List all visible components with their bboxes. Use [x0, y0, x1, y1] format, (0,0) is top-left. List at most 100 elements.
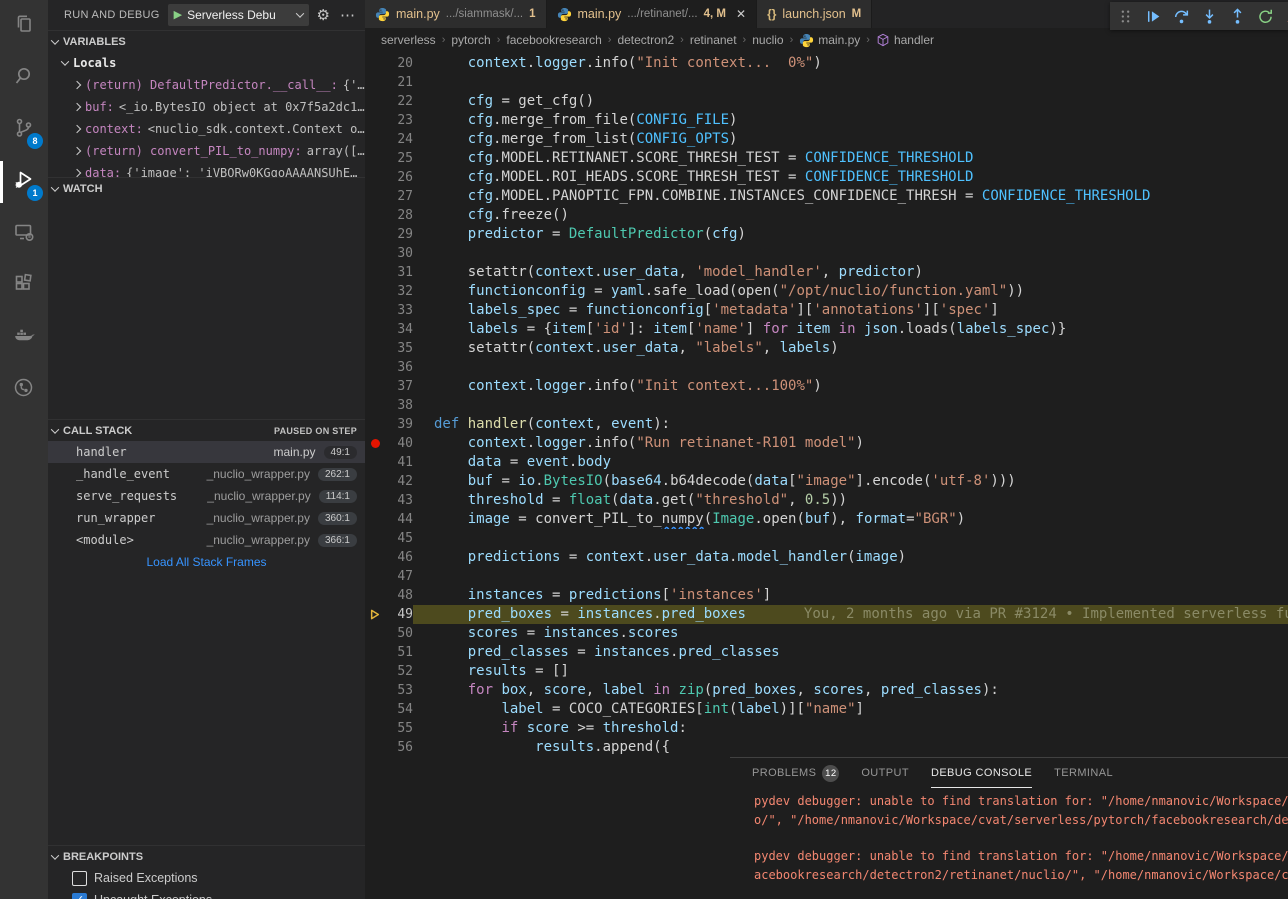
- code-line-49[interactable]: 49 pred_boxes = instances.pred_boxesYou,…: [365, 605, 1288, 624]
- breadcrumb-item-handler[interactable]: handler: [876, 33, 934, 47]
- breadcrumb-item-main.py[interactable]: main.py: [799, 33, 860, 48]
- line-text[interactable]: setattr(context.user_data, "labels", lab…: [413, 339, 1288, 358]
- gutter[interactable]: [365, 187, 385, 206]
- line-text[interactable]: [413, 567, 1288, 586]
- gutter[interactable]: [365, 472, 385, 491]
- gutter[interactable]: [365, 567, 385, 586]
- line-number[interactable]: 27: [385, 187, 413, 206]
- gutter[interactable]: [365, 700, 385, 719]
- activity-source-control[interactable]: 8: [0, 104, 48, 156]
- code-line-39[interactable]: 39def handler(context, event):: [365, 415, 1288, 434]
- line-text[interactable]: threshold = float(data.get("threshold", …: [413, 491, 1288, 510]
- breakpoints-header[interactable]: BREAKPOINTS: [48, 845, 365, 867]
- activity-extensions[interactable]: [0, 260, 48, 312]
- code-line-29[interactable]: 29 predictor = DefaultPredictor(cfg): [365, 225, 1288, 244]
- variable-row[interactable]: (return) DefaultPredictor.__call__: {'in…: [48, 74, 365, 96]
- code-line-26[interactable]: 26 cfg.MODEL.ROI_HEADS.SCORE_THRESH_TEST…: [365, 168, 1288, 187]
- line-number[interactable]: 52: [385, 662, 413, 681]
- code-line-32[interactable]: 32 functionconfig = yaml.safe_load(open(…: [365, 282, 1288, 301]
- code-line-55[interactable]: 55 if score >= threshold:: [365, 719, 1288, 738]
- activity-files[interactable]: [0, 0, 48, 52]
- activity-search[interactable]: [0, 52, 48, 104]
- code-line-40[interactable]: 40 context.logger.info("Run retinanet-R1…: [365, 434, 1288, 453]
- paused-arrow-icon[interactable]: [365, 605, 385, 624]
- tab-main.py[interactable]: main.py.../retinanet/...4, M✕: [547, 0, 758, 28]
- line-number[interactable]: 39: [385, 415, 413, 434]
- activity-run-and-debug[interactable]: 1: [0, 156, 48, 208]
- line-number[interactable]: 56: [385, 738, 413, 757]
- line-text[interactable]: buf = io.BytesIO(base64.b64decode(data["…: [413, 472, 1288, 491]
- gutter[interactable]: [365, 282, 385, 301]
- line-text[interactable]: for box, score, label in zip(pred_boxes,…: [413, 681, 1288, 700]
- code-line-31[interactable]: 31 setattr(context.user_data, 'model_han…: [365, 263, 1288, 282]
- stack-frame-_handle_event[interactable]: _handle_event_nuclio_wrapper.py262:1: [48, 463, 365, 485]
- breadcrumb-item-detectron2[interactable]: detectron2: [617, 33, 674, 47]
- line-text[interactable]: context.logger.info("Run retinanet-R101 …: [413, 434, 1288, 453]
- line-text[interactable]: if score >= threshold:: [413, 719, 1288, 738]
- line-number[interactable]: 50: [385, 624, 413, 643]
- line-number[interactable]: 36: [385, 358, 413, 377]
- watch-header[interactable]: WATCH: [48, 177, 365, 199]
- unchecked-checkbox[interactable]: [72, 871, 87, 886]
- gutter[interactable]: [365, 624, 385, 643]
- activity-git-graph[interactable]: [0, 364, 48, 416]
- line-number[interactable]: 49: [385, 605, 413, 624]
- line-number[interactable]: 22: [385, 92, 413, 111]
- line-text[interactable]: cfg = get_cfg(): [413, 92, 1288, 111]
- line-text[interactable]: [413, 396, 1288, 415]
- line-number[interactable]: 40: [385, 434, 413, 453]
- code-line-28[interactable]: 28 cfg.freeze(): [365, 206, 1288, 225]
- gear-icon[interactable]: ⚙: [317, 6, 330, 24]
- breakpoint-icon[interactable]: [365, 434, 385, 453]
- line-text[interactable]: label = COCO_CATEGORIES[int(label)]["nam…: [413, 700, 1288, 719]
- line-text[interactable]: cfg.MODEL.ROI_HEADS.SCORE_THRESH_TEST = …: [413, 168, 1288, 187]
- gutter[interactable]: [365, 92, 385, 111]
- line-number[interactable]: 37: [385, 377, 413, 396]
- code-line-34[interactable]: 34 labels = {item['id']: item['name'] fo…: [365, 320, 1288, 339]
- line-text[interactable]: [413, 529, 1288, 548]
- launch-config-select[interactable]: ▶ Serverless Debu: [168, 4, 309, 26]
- variables-header[interactable]: VARIABLES: [48, 30, 365, 52]
- code-line-33[interactable]: 33 labels_spec = functionconfig['metadat…: [365, 301, 1288, 320]
- line-number[interactable]: 54: [385, 700, 413, 719]
- disconnect-icon[interactable]: [1282, 5, 1288, 27]
- call-stack-header[interactable]: CALL STACK PAUSED ON STEP: [48, 419, 365, 441]
- stack-frame-module[interactable]: <module>_nuclio_wrapper.py366:1: [48, 529, 365, 551]
- gutter[interactable]: [365, 263, 385, 282]
- line-text[interactable]: instances = predictions['instances']: [413, 586, 1288, 605]
- line-text[interactable]: labels_spec = functionconfig['metadata']…: [413, 301, 1288, 320]
- code-line-36[interactable]: 36: [365, 358, 1288, 377]
- line-number[interactable]: 30: [385, 244, 413, 263]
- gutter[interactable]: [365, 320, 385, 339]
- gutter[interactable]: [365, 111, 385, 130]
- breadcrumb-item-pytorch[interactable]: pytorch: [451, 33, 490, 47]
- code-line-41[interactable]: 41 data = event.body: [365, 453, 1288, 472]
- stack-frame-handler[interactable]: handlermain.py49:1: [48, 441, 365, 463]
- tab-main.py[interactable]: main.py.../siammask/...1: [365, 0, 547, 28]
- gutter[interactable]: [365, 149, 385, 168]
- variable-row[interactable]: context: <nuclio_sdk.context.Context obj…: [48, 118, 365, 140]
- gutter[interactable]: [365, 377, 385, 396]
- line-number[interactable]: 38: [385, 396, 413, 415]
- gutter[interactable]: [365, 396, 385, 415]
- variable-row[interactable]: data: {'image': 'iVBORw0KGgoAAAANSUhE…: [48, 162, 365, 177]
- tab-launch.json[interactable]: {}launch.jsonM: [757, 0, 872, 28]
- line-number[interactable]: 45: [385, 529, 413, 548]
- line-text[interactable]: image = convert_PIL_to_numpy(Image.open(…: [413, 510, 1288, 529]
- continue-icon[interactable]: [1142, 5, 1164, 27]
- gutter[interactable]: [365, 244, 385, 263]
- line-number[interactable]: 24: [385, 130, 413, 149]
- activity-docker[interactable]: [0, 312, 48, 364]
- code-line-45[interactable]: 45: [365, 529, 1288, 548]
- line-number[interactable]: 43: [385, 491, 413, 510]
- activity-remote-explorer[interactable]: [0, 208, 48, 260]
- code-line-51[interactable]: 51 pred_classes = instances.pred_classes: [365, 643, 1288, 662]
- line-number[interactable]: 29: [385, 225, 413, 244]
- line-text[interactable]: cfg.freeze(): [413, 206, 1288, 225]
- line-number[interactable]: 46: [385, 548, 413, 567]
- gutter[interactable]: [365, 681, 385, 700]
- variable-row[interactable]: buf: <_io.BytesIO object at 0x7f5a2dc1ec…: [48, 96, 365, 118]
- gutter[interactable]: [365, 415, 385, 434]
- line-number[interactable]: 34: [385, 320, 413, 339]
- gutter[interactable]: [365, 662, 385, 681]
